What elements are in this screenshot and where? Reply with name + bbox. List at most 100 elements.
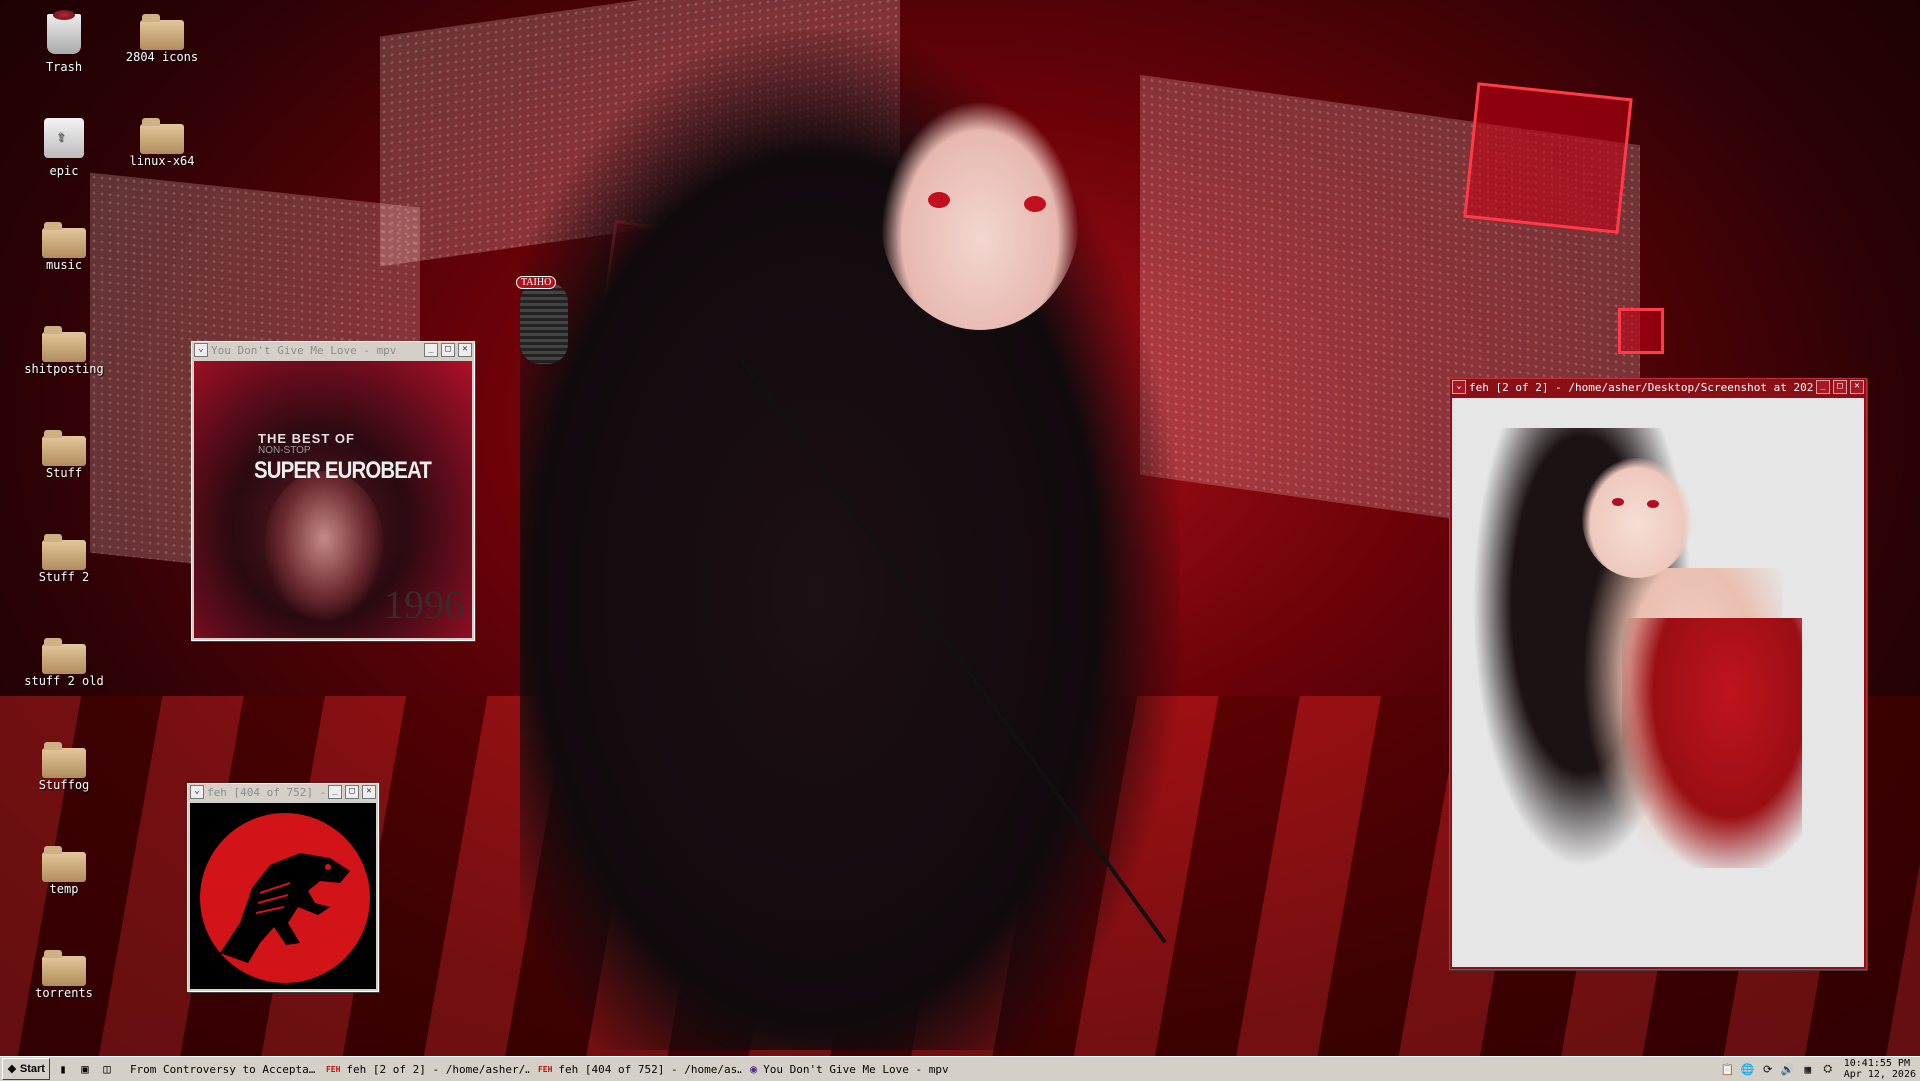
folder-icon: [42, 950, 86, 986]
desktop-icon-label: temp: [49, 882, 79, 896]
feh-icon: FEH: [325, 1064, 341, 1074]
window-menu-icon[interactable]: ⌄: [1452, 380, 1466, 394]
feh-image-window[interactable]: ⌄ feh [2 of 2] - /home/asher/Desktop/Scr…: [1449, 378, 1867, 970]
task-label: feh [2 of 2] - /home/asher/…: [346, 1062, 530, 1076]
wallpaper-character: [520, 30, 1180, 1050]
wallpaper-eye: [928, 192, 950, 208]
quicklaunch-terminal-icon[interactable]: ▣: [76, 1060, 94, 1078]
clock-date: Apr 12, 2026: [1843, 1069, 1916, 1080]
close-button[interactable]: ✕: [362, 785, 376, 799]
mpv-window[interactable]: ⌄ You Don't Give Me Love - mpv _ □ ✕ THE…: [191, 341, 475, 641]
window-titlebar[interactable]: ⌄ feh [404 of 752] - _ □ ✕: [188, 784, 378, 800]
character-face: [1582, 458, 1692, 578]
taskbar: ❖ Start ▮ ▣ ◫ From Controversy to Accept…: [0, 1056, 1920, 1081]
album-title-line2: NON-STOP: [258, 445, 311, 456]
desktop-icon-temp[interactable]: temp: [16, 846, 112, 896]
minimize-button[interactable]: _: [328, 785, 342, 799]
character-eye: [1612, 498, 1624, 506]
album-title-line1: THE BEST OF: [258, 431, 355, 446]
wallpaper-eye: [1024, 196, 1046, 212]
feh-image: [1452, 398, 1864, 967]
clock-time: 10:41:55 PM: [1843, 1058, 1910, 1069]
wallpaper-microphone: [520, 282, 568, 364]
maximize-button[interactable]: □: [1833, 380, 1847, 394]
desktop-icon-music[interactable]: music: [16, 222, 112, 272]
desktop-icon-label: shitposting: [24, 362, 104, 376]
desktop-icon-stuff[interactable]: Stuff: [16, 430, 112, 480]
album-title-line3: SUPER EUROBEAT: [254, 457, 432, 484]
wallpaper-square: [1618, 308, 1664, 354]
desktop-icon-2804-icons[interactable]: 2804 icons: [114, 14, 210, 64]
wallpaper-mic-tag: TAIHO: [516, 276, 557, 289]
quicklaunch-file-manager-icon[interactable]: ▮: [54, 1060, 72, 1078]
album-art-face: [264, 471, 384, 621]
folder-icon: [140, 14, 184, 50]
window-title: feh [2 of 2] - /home/asher/Desktop/Scree…: [1469, 380, 1813, 394]
wallpaper-square: [1463, 82, 1633, 234]
desktop-icon-torrents[interactable]: torrents: [16, 950, 112, 1000]
desktop-icon-label: Stuffog: [38, 778, 90, 792]
clock[interactable]: 10:41:55 PM Apr 12, 2026: [1844, 1058, 1916, 1080]
window-titlebar[interactable]: ⌄ feh [2 of 2] - /home/asher/Desktop/Scr…: [1450, 379, 1866, 395]
volume-icon[interactable]: 🔊: [1780, 1061, 1796, 1077]
desktop-icon-stuff-2[interactable]: Stuff 2: [16, 534, 112, 584]
network-icon[interactable]: 🌐: [1740, 1061, 1756, 1077]
desktop-icon-epic[interactable]: epic: [16, 118, 112, 178]
trash-icon: [47, 10, 81, 54]
character-eye: [1647, 500, 1659, 508]
close-button[interactable]: ✕: [1850, 380, 1864, 394]
mpv-icon: ◉: [749, 1062, 758, 1076]
window-title: You Don't Give Me Love - mpv: [211, 343, 397, 357]
desktop-icon-trash[interactable]: Trash: [16, 10, 112, 74]
task-label: feh [404 of 752] - /home/as…: [558, 1062, 742, 1076]
task-label: You Don't Give Me Love - mpv: [763, 1062, 949, 1076]
minimize-button[interactable]: _: [1816, 380, 1830, 394]
window-title: feh [404 of 752] -: [207, 785, 325, 799]
minimize-button[interactable]: _: [424, 343, 438, 357]
desktop-icon-linux-x64[interactable]: linux-x64: [114, 118, 210, 168]
desktop-icon-label: stuff 2 old: [24, 674, 104, 688]
wallpaper-character-face: [880, 100, 1080, 330]
desktop-icon-label: music: [45, 258, 83, 272]
start-label: Start: [19, 1063, 45, 1075]
clipboard-icon[interactable]: 📋: [1720, 1061, 1736, 1077]
desktop-icon-label: Stuff 2: [38, 570, 90, 584]
taskbar-task[interactable]: FEH feh [404 of 752] - /home/as…: [534, 1059, 742, 1079]
desktop-icon-label: epic: [49, 164, 79, 178]
quicklaunch-browser-icon[interactable]: ◫: [98, 1060, 116, 1078]
maximize-button[interactable]: □: [345, 785, 359, 799]
taskbar-task[interactable]: From Controversy to Accepta…: [120, 1059, 318, 1079]
maximize-button[interactable]: □: [441, 343, 455, 357]
window-titlebar[interactable]: ⌄ You Don't Give Me Love - mpv _ □ ✕: [192, 342, 474, 358]
folder-icon: [140, 118, 184, 154]
display-icon[interactable]: ▦: [1800, 1061, 1816, 1077]
feh-icon: FEH: [537, 1064, 553, 1074]
t-rex-skeleton-icon: [220, 853, 350, 963]
character-dress: [1622, 618, 1802, 868]
desktop-icon-stuff-2-old[interactable]: stuff 2 old: [16, 638, 112, 688]
feh-logo-window[interactable]: ⌄ feh [404 of 752] - _ □ ✕: [187, 783, 379, 992]
folder-icon: [42, 846, 86, 882]
desktop-icon-shitposting[interactable]: shitposting: [16, 326, 112, 376]
close-button[interactable]: ✕: [458, 343, 472, 357]
desktop-icon-label: torrents: [35, 986, 93, 1000]
updates-icon[interactable]: ⟳: [1760, 1061, 1776, 1077]
album-year: 1996: [384, 582, 464, 627]
folder-icon: [42, 326, 86, 362]
folder-icon: [42, 742, 86, 778]
task-label: From Controversy to Accepta…: [129, 1062, 316, 1076]
desktop-icon-stuffog[interactable]: Stuffog: [16, 742, 112, 792]
start-button[interactable]: ❖ Start: [2, 1058, 50, 1080]
folder-icon: [42, 222, 86, 258]
folder-icon: [42, 638, 86, 674]
desktop-icon-label: linux-x64: [129, 154, 195, 168]
taskbar-task[interactable]: ◉ You Don't Give Me Love - mpv: [746, 1059, 964, 1079]
desktop-icon-label: 2804 icons: [125, 50, 199, 64]
system-tray: 📋 🌐 ⟳ 🔊 ▦ ⛭ 10:41:55 PM Apr 12, 2026: [1720, 1058, 1920, 1080]
connection-icon[interactable]: ⛭: [1820, 1061, 1836, 1077]
window-menu-icon[interactable]: ⌄: [190, 785, 204, 799]
desktop-icon-label: Trash: [45, 60, 83, 74]
desktop-icon-label: Stuff: [45, 466, 83, 480]
taskbar-task[interactable]: FEH feh [2 of 2] - /home/asher/…: [322, 1059, 530, 1079]
window-menu-icon[interactable]: ⌄: [194, 343, 208, 357]
